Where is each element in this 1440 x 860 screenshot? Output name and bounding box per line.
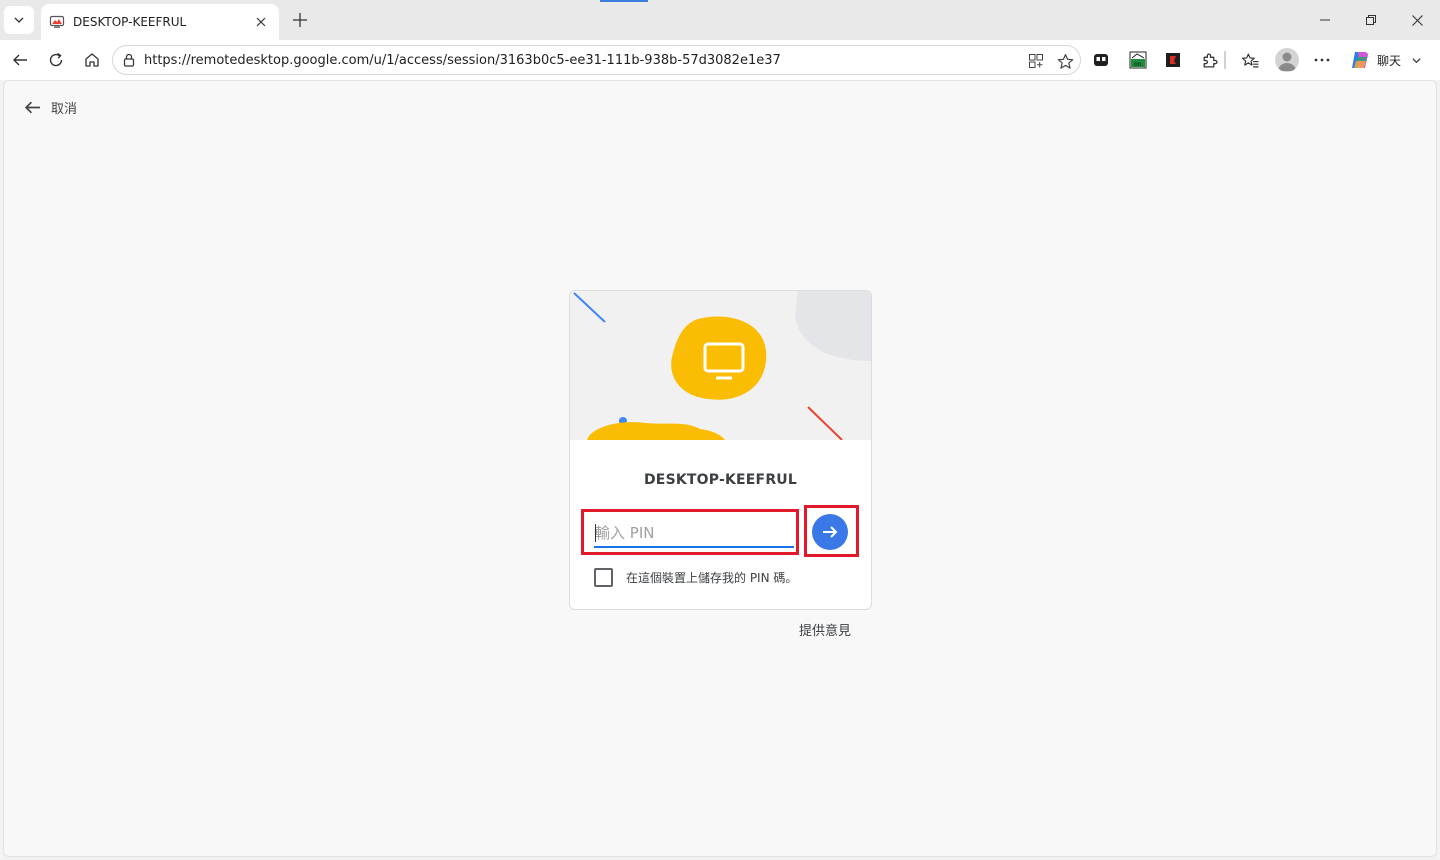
page-content: 取消 DESKTOP-KEEFRUL 在這個裝置上儲存我的 PIN 碼。 提供意… (3, 80, 1437, 857)
text-caret (595, 524, 596, 542)
restore-button[interactable] (1356, 8, 1386, 32)
active-tab[interactable]: DESKTOP-KEEFRUL (41, 4, 279, 40)
favorites-icon[interactable] (1240, 50, 1260, 70)
tab-close-icon[interactable] (251, 12, 271, 32)
address-bar[interactable]: https://remotedesktop.google.com/u/1/acc… (112, 45, 1081, 75)
feedback-link[interactable]: 提供意見 (799, 620, 851, 639)
remember-pin-checkbox[interactable] (594, 567, 613, 587)
back-button[interactable] (6, 46, 34, 74)
remote-desktop-favicon-icon (49, 14, 65, 30)
app-available-icon[interactable] (1026, 51, 1046, 71)
chevron-down-icon (14, 17, 24, 23)
favorite-star-icon[interactable] (1055, 51, 1075, 71)
browser-toolbar: https://remotedesktop.google.com/u/1/acc… (0, 40, 1440, 80)
extension-icon-red[interactable] (1163, 50, 1183, 70)
copilot-chat-button[interactable]: 聊天 (1343, 46, 1435, 74)
pin-input[interactable] (594, 520, 794, 548)
arrow-left-icon (13, 54, 27, 66)
tab-title: DESKTOP-KEEFRUL (73, 15, 187, 29)
close-window-button[interactable] (1402, 8, 1432, 32)
tab-strip: DESKTOP-KEEFRUL (0, 0, 1440, 40)
plus-icon (293, 13, 307, 27)
svg-text:on: on (1134, 61, 1142, 68)
arrow-left-icon (24, 101, 40, 113)
close-icon (1411, 14, 1423, 26)
minimize-button[interactable] (1310, 8, 1340, 32)
minimize-icon (1320, 19, 1330, 21)
extensions-puzzle-icon[interactable] (1199, 50, 1219, 70)
home-icon (85, 53, 99, 67)
new-tab-button[interactable] (288, 8, 312, 32)
copilot-icon (1352, 52, 1368, 68)
url-text[interactable]: https://remotedesktop.google.com/u/1/acc… (144, 53, 781, 68)
submit-highlight (804, 505, 859, 557)
person-icon (1278, 52, 1296, 71)
arrow-right-icon (823, 526, 838, 538)
remember-pin-row[interactable]: 在這個裝置上儲存我的 PIN 碼。 (594, 567, 797, 587)
toolbar-divider (1224, 51, 1226, 69)
copilot-label: 聊天 (1377, 53, 1402, 68)
restore-icon (1366, 15, 1376, 25)
home-button[interactable] (78, 46, 106, 74)
host-name: DESKTOP-KEEFRUL (643, 472, 797, 488)
tab-drag-indicator (600, 0, 648, 2)
submit-pin-button[interactable] (812, 514, 848, 550)
illustration-hero (570, 291, 871, 441)
extension-icon-on[interactable]: on (1128, 50, 1148, 70)
refresh-icon (49, 52, 63, 67)
chevron-down-icon (1412, 57, 1421, 63)
remember-pin-label[interactable]: 在這個裝置上儲存我的 PIN 碼。 (626, 569, 797, 586)
more-options-icon[interactable] (1312, 50, 1332, 70)
tab-list-button[interactable] (4, 6, 34, 34)
pin-entry-card: DESKTOP-KEEFRUL 在這個裝置上儲存我的 PIN 碼。 (569, 290, 872, 610)
computer-illustration-icon (573, 291, 871, 441)
refresh-button[interactable] (42, 46, 70, 74)
lock-icon[interactable] (122, 53, 136, 67)
profile-avatar[interactable] (1275, 48, 1299, 72)
extension-icon-tab-manager[interactable] (1091, 50, 1111, 70)
cancel-label: 取消 (51, 101, 78, 117)
cancel-link[interactable]: 取消 (24, 97, 77, 117)
pin-field-highlight (581, 509, 799, 555)
